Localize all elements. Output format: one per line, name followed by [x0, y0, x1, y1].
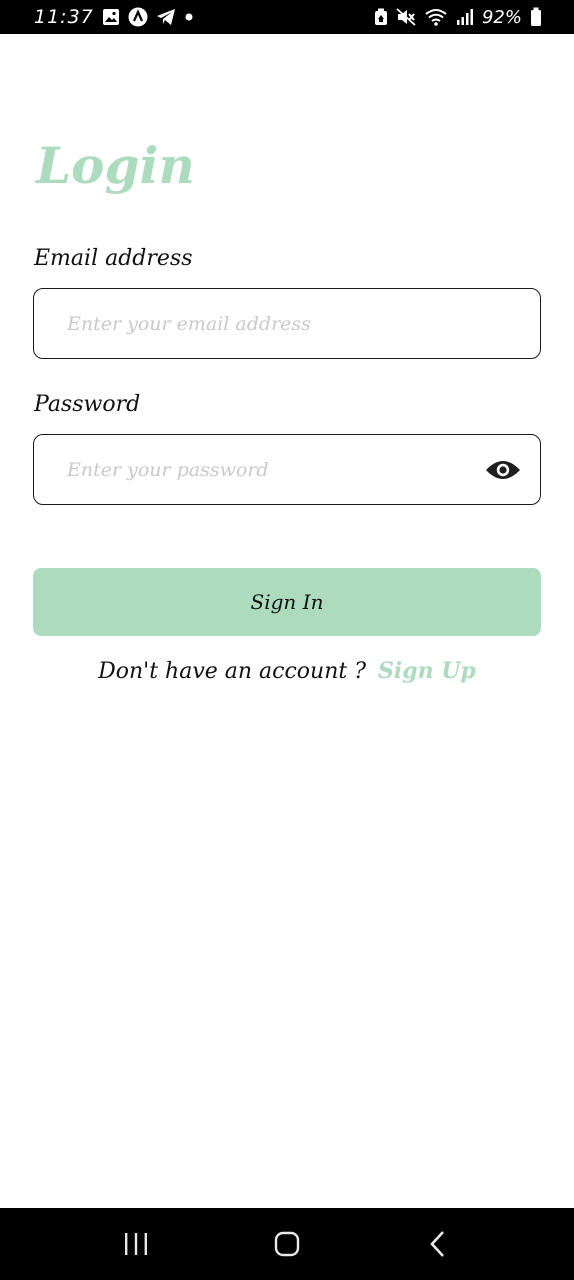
battery-saver-icon [374, 8, 388, 26]
email-label: Email address [34, 246, 193, 271]
eye-icon[interactable] [484, 455, 522, 485]
back-icon[interactable] [408, 1214, 468, 1274]
password-label: Password [34, 392, 141, 417]
home-icon[interactable] [257, 1214, 317, 1274]
sign-in-button[interactable]: Sign In [33, 568, 541, 636]
mute-icon [396, 8, 416, 26]
status-bar: 11:37 92% [0, 0, 574, 34]
signal-icon [456, 8, 474, 26]
status-bar-left: 11:37 [34, 6, 194, 28]
signup-prompt-text: Don't have an account ? [98, 659, 367, 684]
password-input[interactable] [67, 458, 484, 481]
system-nav-bar [0, 1208, 574, 1280]
page-title: Login [36, 136, 195, 195]
status-bar-right: 92% [374, 7, 542, 28]
telegram-icon [156, 8, 176, 26]
wifi-icon [424, 8, 448, 26]
gallery-icon [102, 8, 120, 26]
battery-icon [530, 7, 542, 27]
signup-row: Don't have an account ? Sign Up [0, 658, 574, 684]
recents-icon[interactable] [106, 1214, 166, 1274]
battery-percent: 92% [481, 6, 522, 28]
app-a-icon [128, 7, 148, 27]
dot-icon [184, 12, 194, 22]
password-field-container[interactable] [33, 434, 541, 505]
email-field-container[interactable] [33, 288, 541, 359]
status-time: 11:37 [34, 6, 94, 28]
sign-up-link[interactable]: Sign Up [378, 658, 476, 684]
email-input[interactable] [67, 312, 522, 335]
